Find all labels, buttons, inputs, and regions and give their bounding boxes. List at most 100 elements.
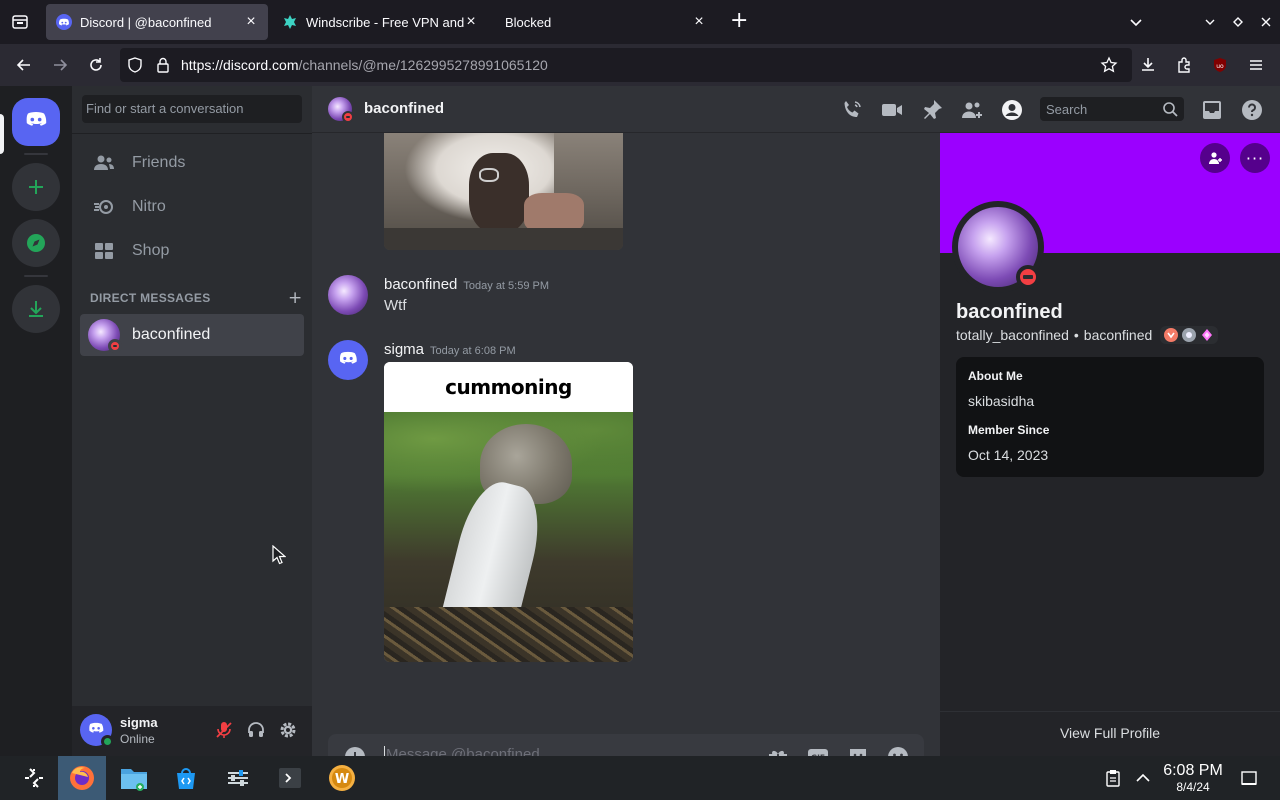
close-tab-icon[interactable]: × xyxy=(244,13,258,30)
sidebar-item-label: Nitro xyxy=(132,198,166,215)
restore-window-icon[interactable] xyxy=(1228,12,1248,32)
image-attachment[interactable]: cummoning xyxy=(384,362,633,662)
add-server-button[interactable] xyxy=(12,163,60,211)
ublock-origin-icon[interactable]: uo xyxy=(1210,55,1230,75)
view-full-profile-link[interactable]: View Full Profile xyxy=(940,725,1280,741)
close-window-icon[interactable] xyxy=(1256,12,1276,32)
nitro-badge-icon[interactable] xyxy=(1182,328,1197,342)
tab-discord[interactable]: Discord | @baconfined × xyxy=(46,4,268,40)
inbox-icon[interactable] xyxy=(1200,98,1224,122)
avatar[interactable] xyxy=(328,340,368,380)
create-dm-icon[interactable]: + xyxy=(288,288,302,308)
discord-app: Find or start a conversation Friends Nit… xyxy=(0,86,1280,780)
folder-icon xyxy=(121,769,147,791)
taskbar-terminal[interactable] xyxy=(268,756,312,800)
find-conversation-input[interactable]: Find or start a conversation xyxy=(82,95,302,123)
gear-icon[interactable] xyxy=(278,720,298,740)
user-panel: sigma Online xyxy=(72,706,312,756)
tracking-shield-icon[interactable] xyxy=(126,56,144,74)
add-friend-button[interactable] xyxy=(1200,143,1230,173)
svg-text:W: W xyxy=(335,772,349,787)
reload-icon[interactable] xyxy=(86,55,106,75)
lock-icon[interactable] xyxy=(154,56,172,74)
image-caption: cummoning xyxy=(384,362,633,412)
download-apps-button[interactable] xyxy=(12,285,60,333)
tab-title: Blocked xyxy=(505,14,552,30)
url-bar[interactable]: https://discord.com/channels/@me/1262995… xyxy=(120,48,1132,82)
boost-badge-icon[interactable] xyxy=(1200,328,1214,342)
avatar[interactable] xyxy=(328,275,368,315)
downloads-icon[interactable] xyxy=(1138,55,1158,75)
online-status-icon xyxy=(101,735,114,748)
image-attachment[interactable] xyxy=(384,133,623,250)
explore-servers-button[interactable] xyxy=(12,219,60,267)
dm-sidebar: Find or start a conversation Friends Nit… xyxy=(72,86,312,756)
url-text: https://discord.com/channels/@me/1262995… xyxy=(181,57,548,73)
app-menu-icon[interactable] xyxy=(1246,55,1266,75)
help-icon[interactable] xyxy=(1240,98,1264,122)
tab-blocked[interactable]: Blocked × xyxy=(494,4,716,40)
headphones-icon[interactable] xyxy=(246,720,266,740)
browser-nav-bar: https://discord.com/channels/@me/1262995… xyxy=(0,44,1280,86)
member-since-date: Oct 14, 2023 xyxy=(968,447,1049,463)
sidebar-item-shop[interactable]: Shop xyxy=(80,230,304,272)
message-timestamp: Today at 6:08 PM xyxy=(430,345,516,357)
new-tab-icon[interactable]: + xyxy=(730,8,750,33)
firefox-view-icon[interactable] xyxy=(10,12,30,32)
taskbar-discover-store[interactable] xyxy=(164,756,208,800)
badge-list xyxy=(1160,326,1219,344)
clipboard-icon[interactable] xyxy=(1104,769,1122,787)
server-separator xyxy=(24,275,48,277)
close-tab-icon[interactable]: × xyxy=(692,13,706,30)
server-separator xyxy=(24,153,48,155)
shopping-bag-icon xyxy=(177,768,195,789)
back-icon[interactable] xyxy=(14,55,34,75)
forward-icon[interactable] xyxy=(50,55,70,75)
sliders-icon xyxy=(228,770,248,786)
dnd-status-icon xyxy=(342,111,354,123)
hypesquad-badge-icon[interactable] xyxy=(1164,328,1179,342)
avatar[interactable] xyxy=(80,714,114,748)
taskbar-wine-app[interactable]: W xyxy=(320,756,364,800)
avatar xyxy=(88,319,122,353)
list-all-tabs-icon[interactable] xyxy=(1126,12,1146,32)
plus-icon xyxy=(29,180,43,194)
pinned-messages-icon[interactable] xyxy=(920,98,944,122)
clock-time: 6:08 PM xyxy=(1163,762,1223,779)
chevron-down-icon[interactable] xyxy=(1200,12,1220,32)
voice-call-icon[interactable] xyxy=(840,98,864,122)
avatar xyxy=(328,97,354,123)
message-author[interactable]: baconfined xyxy=(384,276,457,293)
message-author[interactable]: sigma xyxy=(384,341,424,358)
taskbar-system-settings[interactable] xyxy=(216,756,260,800)
add-friends-to-dm-icon[interactable] xyxy=(960,98,984,122)
sidebar-item-friends[interactable]: Friends xyxy=(80,142,304,184)
taskbar-firefox[interactable] xyxy=(58,756,106,800)
video-call-icon[interactable] xyxy=(880,98,904,122)
bookmark-star-icon[interactable] xyxy=(1100,56,1118,74)
profile-display-name: baconfined xyxy=(956,301,1063,323)
taskbar-file-manager[interactable] xyxy=(112,756,156,800)
divider xyxy=(72,133,312,134)
user-profile-toggle-icon[interactable] xyxy=(1000,98,1024,122)
mute-microphone-icon[interactable] xyxy=(214,720,234,740)
mushroom-photo xyxy=(384,412,633,662)
application-launcher-icon[interactable] xyxy=(12,756,56,800)
url-path: /channels/@me/1262995278991065120 xyxy=(298,57,548,73)
close-tab-icon[interactable]: × xyxy=(464,13,478,30)
compass-icon xyxy=(27,234,45,252)
sidebar-item-nitro[interactable]: Nitro xyxy=(80,186,304,228)
extensions-icon[interactable] xyxy=(1174,55,1194,75)
mouse-cursor-icon xyxy=(272,545,286,565)
server-list xyxy=(0,86,72,756)
about-me-text: skibasidha xyxy=(968,393,1035,409)
chat-title: baconfined xyxy=(364,100,445,117)
show-desktop-icon[interactable] xyxy=(1240,769,1258,787)
system-tray-expand-icon[interactable] xyxy=(1134,769,1152,787)
clock[interactable]: 6:08 PM 8/4/24 xyxy=(1160,762,1226,794)
dm-item-baconfined[interactable]: baconfined xyxy=(80,314,304,356)
more-options-icon[interactable]: ··· xyxy=(1240,143,1270,173)
tab-windscribe[interactable]: Windscribe - Free VPN and × xyxy=(272,4,488,40)
direct-messages-home-button[interactable] xyxy=(12,98,60,146)
dnd-status-icon xyxy=(1016,265,1040,289)
